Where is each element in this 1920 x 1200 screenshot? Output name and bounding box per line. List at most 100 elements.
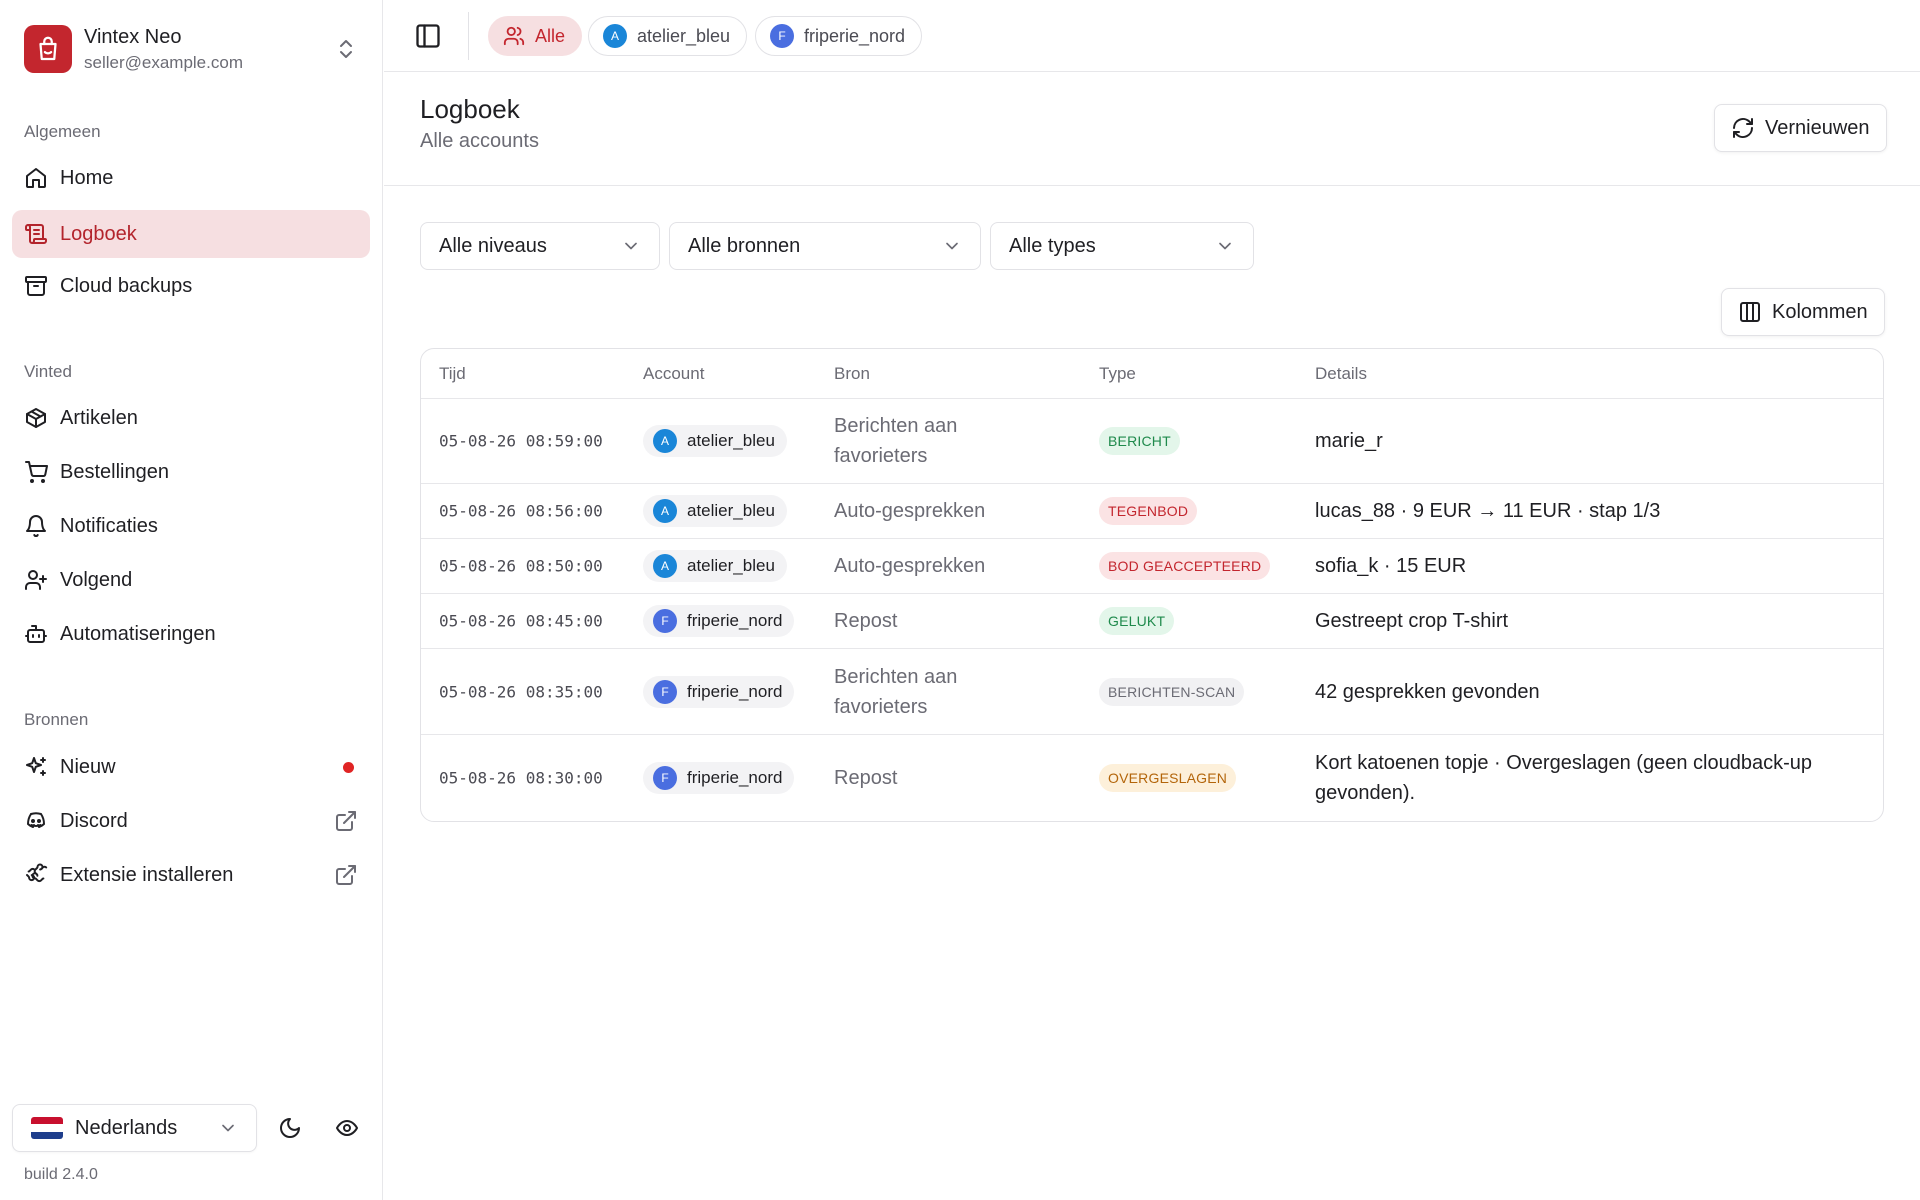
type-badge: TEGENBOD [1099, 497, 1198, 525]
account-badge: Ffriperie_nord [643, 762, 795, 794]
header-details[interactable]: Details [1315, 364, 1367, 384]
type-badge: BERICHTEN-SCAN [1099, 677, 1245, 706]
type-badge: BOD GEACCEPTEERD [1099, 552, 1271, 580]
shopping-bag-logo-icon [24, 25, 72, 73]
nav-item-extensie-installeren[interactable]: Extensie installeren [12, 851, 370, 899]
table-row[interactable]: 05-08-26 08:30:00 Ffriperie_nord Repost … [421, 735, 1883, 821]
table-row[interactable]: 05-08-26 08:56:00 Aatelier_bleu Auto-ges… [421, 484, 1883, 539]
language-select[interactable]: Nederlands [12, 1104, 257, 1152]
users-icon [503, 26, 525, 46]
archive-icon [25, 276, 47, 296]
nav-item-automatiseringen[interactable]: Automatiseringen [12, 610, 370, 658]
sidebar-toggle-button[interactable] [414, 22, 442, 50]
columns-button[interactable]: Kolommen [1721, 288, 1885, 336]
type-badge: BERICHT [1099, 427, 1180, 455]
refresh-label: Vernieuwen [1765, 116, 1870, 139]
account-name: friperie_nord [687, 611, 783, 630]
header-time[interactable]: Tijd [439, 364, 466, 384]
avatar: A [653, 499, 677, 523]
source-cell: Berichten aan favorieters [834, 415, 958, 467]
level-filter-select[interactable]: Alle niveaus [420, 222, 660, 270]
account-filter-all[interactable]: Alle [488, 16, 583, 56]
account-badge: Ffriperie_nord [643, 605, 795, 637]
chip-label: atelier_bleu [637, 25, 731, 46]
table-header: Tijd Account Bron Type Details [421, 349, 1883, 399]
section-label-sources: Bronnen [24, 710, 89, 729]
bell-icon [26, 515, 46, 538]
theme-toggle-button[interactable] [276, 1114, 304, 1142]
table-row[interactable]: 05-08-26 08:59:00 Aatelier_bleu Berichte… [421, 399, 1883, 484]
columns-label: Kolommen [1772, 300, 1868, 323]
section-label-general: Algemeen [24, 122, 101, 141]
eye-icon [336, 1120, 358, 1136]
page-subtitle: Alle accounts [420, 130, 539, 152]
nav-item-logboek[interactable]: Logboek [12, 210, 370, 258]
discord-icon [27, 812, 45, 828]
table-row[interactable]: 05-08-26 08:45:00 Ffriperie_nord Repost … [421, 594, 1883, 649]
header-type[interactable]: Type [1099, 364, 1136, 384]
netherlands-flag-icon [31, 1117, 63, 1139]
nav-item-notificaties[interactable]: Notificaties [12, 502, 370, 550]
level-filter-value: Alle niveaus [439, 234, 547, 257]
external-link-icon [336, 865, 356, 885]
nav-item-artikelen[interactable]: Artikelen [12, 394, 370, 442]
cart-icon [25, 461, 48, 483]
app-name: Vintex Neo [84, 25, 182, 48]
nav-item-label: Logboek [60, 222, 137, 245]
nav-item-label: Artikelen [60, 406, 138, 429]
details-cell: Gestreept crop T-shirt [1315, 610, 1509, 632]
divider [468, 12, 469, 60]
account-name: atelier_bleu [687, 556, 775, 575]
nav-item-label: Extensie installeren [60, 863, 234, 886]
avatar: A [653, 429, 677, 453]
type-filter-value: Alle types [1009, 234, 1096, 257]
account-email: seller@example.com [84, 52, 243, 72]
external-link-icon [336, 811, 356, 831]
nav-item-label: Cloud backups [60, 274, 193, 297]
visibility-toggle-button[interactable] [333, 1114, 361, 1142]
type-badge: GELUKT [1099, 607, 1175, 635]
details-cell: lucas_88 · 9 EUR → 11 EUR · stap 1/3 [1315, 500, 1661, 522]
home-icon [26, 168, 46, 188]
nav-item-label: Notificaties [60, 514, 158, 537]
refresh-button[interactable]: Vernieuwen [1714, 104, 1887, 152]
type-badge: OVERGESLAGEN [1099, 764, 1237, 792]
nav-item-volgend[interactable]: Volgend [12, 556, 370, 604]
columns-icon [1740, 302, 1760, 322]
nav-item-bestellingen[interactable]: Bestellingen [12, 448, 370, 496]
bot-icon [25, 625, 47, 643]
nav-item-label: Volgend [60, 568, 133, 591]
table-row[interactable]: 05-08-26 08:50:00 Aatelier_bleu Auto-ges… [421, 539, 1883, 594]
avatar: A [603, 24, 627, 48]
account-badge: Aatelier_bleu [643, 550, 787, 582]
build-version: build 2.4.0 [24, 1166, 98, 1183]
type-filter-select[interactable]: Alle types [990, 222, 1254, 270]
avatar: F [653, 766, 677, 790]
nav-item-nieuw[interactable]: Nieuw [12, 743, 370, 791]
chevron-down-icon [946, 242, 958, 250]
chip-label: friperie_nord [804, 25, 906, 46]
time-cell: 05-08-26 08:30:00 [439, 768, 603, 788]
source-filter-select[interactable]: Alle bronnen [669, 222, 981, 270]
nav-item-label: Nieuw [60, 755, 116, 778]
account-switcher[interactable]: Vintex Neo seller@example.com [24, 22, 364, 76]
nav-item-cloud-backups[interactable]: Cloud backups [12, 262, 370, 310]
header-account[interactable]: Account [643, 364, 704, 384]
page-title: Logboek [420, 94, 520, 124]
nav-item-label: Discord [60, 809, 128, 832]
account-filter-friperie-nord[interactable]: F friperie_nord [755, 16, 923, 56]
logbook-icon [25, 224, 47, 244]
panel-left-icon [416, 24, 440, 48]
account-name: atelier_bleu [687, 501, 775, 520]
account-badge: Aatelier_bleu [643, 425, 787, 457]
header-source[interactable]: Bron [834, 364, 870, 384]
account-filter-atelier-bleu[interactable]: A atelier_bleu [588, 16, 748, 56]
time-cell: 05-08-26 08:59:00 [439, 431, 603, 451]
nav-item-discord[interactable]: Discord [12, 797, 370, 845]
table-row[interactable]: 05-08-26 08:35:00 Ffriperie_nord Bericht… [421, 649, 1883, 735]
moon-icon [280, 1118, 300, 1138]
nav-item-home[interactable]: Home [12, 154, 370, 202]
source-cell: Berichten aan favorieters [834, 665, 958, 718]
avatar: F [770, 24, 794, 48]
nav-item-label: Bestellingen [60, 460, 169, 483]
